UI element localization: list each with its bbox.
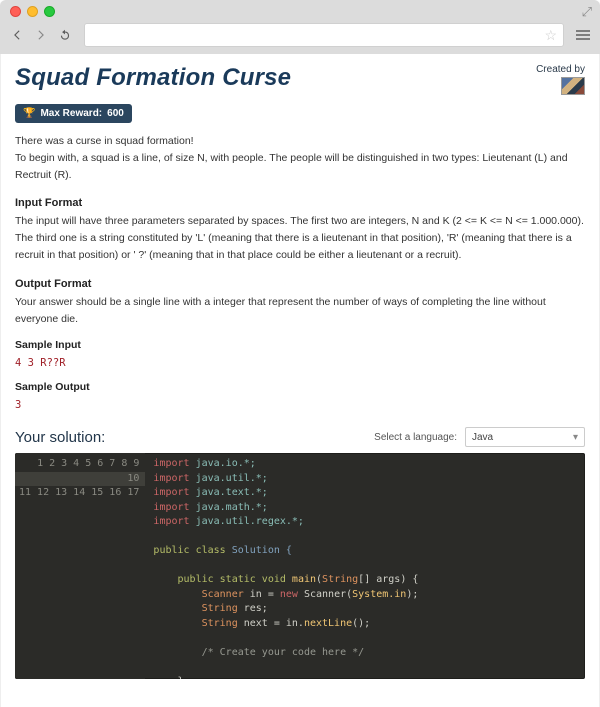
sample-input-code: 4 3 R??R: [15, 357, 585, 369]
page-title: Squad Formation Curse: [15, 64, 291, 92]
output-format-body: Your answer should be a single line with…: [15, 294, 585, 328]
solution-heading: Your solution:: [15, 429, 105, 446]
titlebar: ⤢: [0, 0, 600, 22]
arrow-left-icon: [10, 28, 24, 42]
url-bar[interactable]: ☆: [84, 23, 564, 47]
maximize-window-button[interactable]: [44, 6, 55, 17]
trophy-icon: 🏆: [23, 108, 35, 119]
chevron-down-icon: ▾: [573, 432, 578, 443]
desc-line-1: There was a curse in squad formation!: [15, 133, 585, 150]
sample-output-title: Sample Output: [15, 381, 585, 393]
forward-button[interactable]: [32, 26, 50, 44]
expand-icon[interactable]: ⤢: [582, 4, 592, 20]
browser-toolbar: ☆: [0, 22, 600, 54]
editor-gutter: 1 2 3 4 5 6 7 8 9 10 11 12 13 14 15 16 1…: [15, 453, 145, 679]
input-format-title: Input Format: [15, 197, 585, 209]
code-editor[interactable]: 1 2 3 4 5 6 7 8 9 10 11 12 13 14 15 16 1…: [15, 453, 585, 679]
reward-value: 600: [107, 108, 124, 119]
arrow-right-icon: [34, 28, 48, 42]
problem-description: There was a curse in squad formation! To…: [15, 133, 585, 183]
created-by: Created by: [536, 64, 585, 98]
max-reward-badge: 🏆 Max Reward: 600: [15, 104, 132, 123]
back-button[interactable]: [8, 26, 26, 44]
sample-output-code: 3: [15, 399, 585, 411]
editor-code[interactable]: import java.io.*; import java.util.*; im…: [145, 453, 426, 679]
window-controls: [10, 6, 55, 17]
language-selected: Java: [472, 432, 493, 443]
page-content: Squad Formation Curse Created by 🏆 Max R…: [0, 54, 600, 707]
reload-button[interactable]: [56, 26, 74, 44]
output-format-title: Output Format: [15, 278, 585, 290]
created-by-label: Created by: [536, 64, 585, 75]
language-dropdown[interactable]: Java ▾: [465, 427, 585, 447]
bookmark-star-icon[interactable]: ☆: [544, 27, 557, 44]
reward-label: Max Reward:: [40, 108, 102, 119]
language-select-label: Select a language:: [374, 432, 457, 443]
close-window-button[interactable]: [10, 6, 21, 17]
creator-avatar[interactable]: [561, 77, 585, 95]
menu-button[interactable]: [574, 30, 592, 40]
minimize-window-button[interactable]: [27, 6, 38, 17]
reload-icon: [58, 28, 72, 42]
desc-line-2: To begin with, a squad is a line, of siz…: [15, 150, 585, 184]
input-format-body: The input will have three parameters sep…: [15, 213, 585, 263]
sample-input-title: Sample Input: [15, 339, 585, 351]
browser-chrome: ⤢ ☆: [0, 0, 600, 54]
